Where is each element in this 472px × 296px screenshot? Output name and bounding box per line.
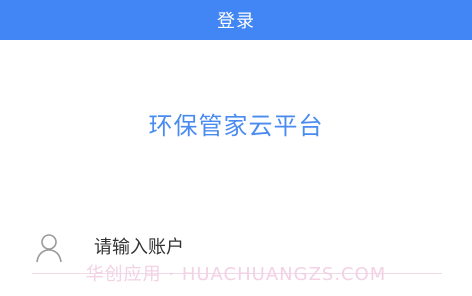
- login-screen: 登录 环保管家云平台 华创应用 · HUACHUANGZS.COM: [0, 0, 472, 296]
- account-input[interactable]: [94, 232, 394, 263]
- platform-title: 环保管家云平台: [148, 112, 324, 140]
- user-icon: [32, 231, 66, 265]
- account-field-row[interactable]: [32, 222, 442, 274]
- top-navigation-bar: 登录: [0, 0, 472, 40]
- page-title: 登录: [217, 11, 255, 32]
